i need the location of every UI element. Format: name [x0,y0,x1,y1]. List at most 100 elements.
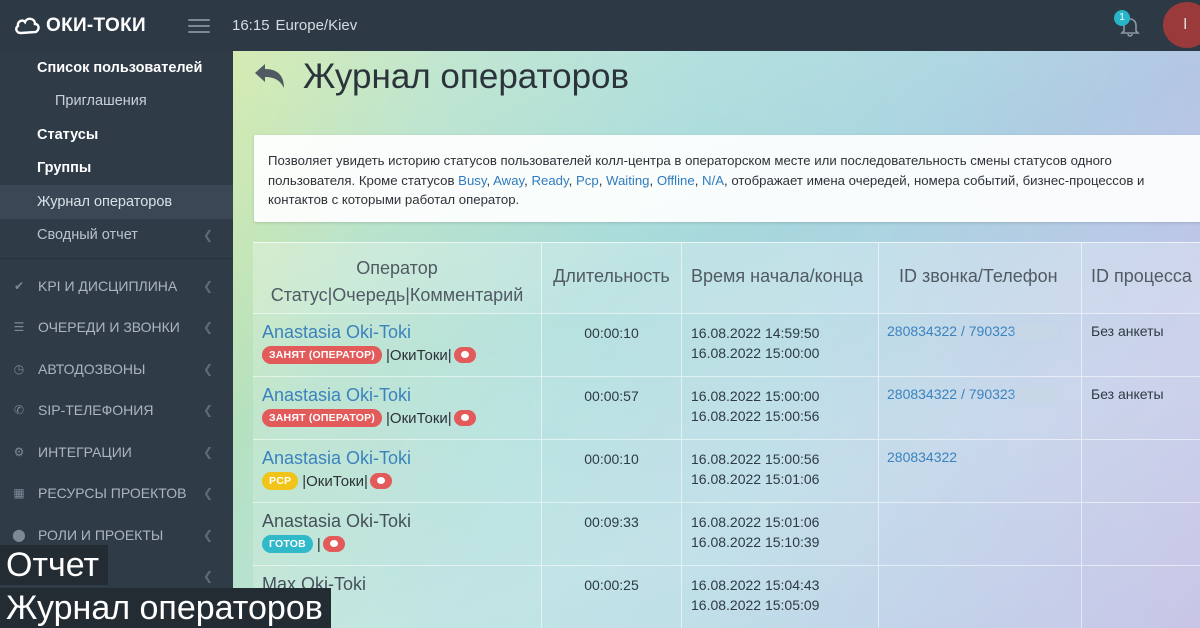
sidebar-group-label: ОЧЕРЕДИ И ЗВОНКИ [38,319,180,336]
header-operator-line2: Статус|Очередь|Комментарий [270,285,524,305]
status-link-pcp[interactable]: Pcp [576,173,599,188]
status-link-na[interactable]: N/A [702,173,724,188]
duration-cell: 00:00:10 [542,440,682,502]
avatar[interactable]: I [1163,2,1200,48]
status-link-offline[interactable]: Offline [657,173,695,188]
status-link-waiting[interactable]: Waiting [606,173,649,188]
comment-icon[interactable] [453,347,476,363]
status-queue-line: PCP |ОкиТоки| [262,472,541,490]
call-cell: 280834322 / 790323 [879,377,1082,439]
back-arrow-icon[interactable] [251,58,289,96]
divider [0,258,233,259]
sidebar-item-summary-report[interactable]: Сводный отчет ❮ [0,219,233,253]
sidebar-group-label: ИНТЕГРАЦИИ [38,443,132,460]
sidebar-item-label: Список пользователей [37,59,203,76]
call-cell: 280834322 / 790323 [879,314,1082,376]
redacted-phone [1015,388,1058,403]
sidebar-item-groups[interactable]: Группы [0,152,233,186]
status-link-away[interactable]: Away [493,173,524,188]
operator-link[interactable]: Anastasia Oki-Toki [262,385,541,406]
caption-report: Отчет [0,545,109,585]
table-row: Anastasia Oki-Toki ЗАНЯТ (ОПЕРАТОР) |ОкиТ… [253,314,1200,377]
sidebar-group-label: АВТОДОЗВОНЫ [38,360,146,377]
status-link-busy[interactable]: Busy [458,173,486,188]
table-row: Anastasia Oki-Toki PCP |ОкиТоки| 00:00:10… [253,440,1200,503]
column-header-call[interactable]: ID звонка/Телефон [879,243,1082,313]
phone-icon: ✆ [13,403,25,418]
column-header-process[interactable]: ID процесса [1082,243,1200,313]
call-cell: 280834322 [879,440,1082,502]
start-time: 16.08.2022 15:00:56 [691,451,820,467]
description-panel: Позволяет увидеть историю статусов польз… [254,135,1200,222]
time-cell: 16.08.2022 14:59:50 16.08.2022 15:00:00 [682,314,879,376]
call-id-link[interactable]: 280834322 / 790323 [887,323,1015,339]
duration-cell: 00:00:10 [542,314,682,376]
sidebar-item-label: Журнал операторов [37,193,173,210]
process-cell [1082,440,1200,502]
column-header-duration[interactable]: Длительность [542,243,682,313]
grid-icon: ▦ [13,486,25,501]
end-time: 16.08.2022 15:10:39 [691,534,820,550]
sidebar-item-invitations[interactable]: Приглашения [0,85,233,119]
column-header-time[interactable]: Время начала/конца [682,243,879,313]
duration-cell: 00:00:57 [542,377,682,439]
queue-name: |ОкиТоки| [386,409,452,427]
duration-cell: 00:09:33 [542,503,682,565]
table-row: Anastasia Oki-Toki ГОТОВ | 00:09:33 16.08… [253,503,1200,566]
end-time: 16.08.2022 15:00:00 [691,345,820,361]
status-badge: PCP [262,472,299,490]
queue-name: | [316,535,321,553]
sidebar-item-statuses[interactable]: Статусы [0,118,233,152]
page-header: Журнал операторов [251,57,629,97]
timezone: Europe/Kiev [275,17,358,34]
column-header-operator[interactable]: Оператор Статус|Очередь|Комментарий [253,243,542,313]
call-id-link[interactable]: 280834322 [887,449,957,465]
sidebar-group-kpi[interactable]: ✔ KPI И ДИСЦИПЛИНА ❮ [0,265,233,307]
sidebar-item-label: Сводный отчет [37,227,138,244]
operator-log-table: Оператор Статус|Очередь|Комментарий Длите… [253,242,1200,628]
table-row: Max Oki-Toki 00:00:25 16.08.2022 15:04:4… [253,566,1200,628]
status-queue-line: ЗАНЯТ (ОПЕРАТОР) |ОкиТоки| [262,346,541,364]
clock-icon: ◷ [13,361,25,376]
sidebar-item-users-list[interactable]: Список пользователей [0,51,233,85]
sidebar-group-queues[interactable]: ☰ ОЧЕРЕДИ И ЗВОНКИ ❮ [0,307,233,349]
cloud-logo-icon [15,17,40,34]
operator-cell: Anastasia Oki-Toki ЗАНЯТ (ОПЕРАТОР) |ОкиТ… [253,377,542,439]
comment-icon[interactable] [453,410,476,426]
list-icon: ☰ [13,320,25,335]
chevron-left-icon: ❮ [202,278,213,293]
notification-count-badge: 1 [1114,10,1130,26]
operator-link[interactable]: Anastasia Oki-Toki [262,448,541,469]
operator-name: Anastasia Oki-Toki [262,511,412,531]
sidebar-group-integrations[interactable]: ⚙ ИНТЕГРАЦИИ ❮ [0,431,233,473]
sidebar-item-operator-log[interactable]: Журнал операторов [0,185,233,219]
comment-icon[interactable] [369,473,392,489]
sidebar-group-label: РЕСУРСЫ ПРОЕКТОВ [38,485,187,502]
sidebar-group-autodial[interactable]: ◷ АВТОДОЗВОНЫ ❮ [0,348,233,390]
start-time: 16.08.2022 15:01:06 [691,514,820,530]
chevron-left-icon: ❮ [202,444,213,459]
sidebar-group-sip[interactable]: ✆ SIP-ТЕЛЕФОНИЯ ❮ [0,390,233,432]
sidebar-group-resources[interactable]: ▦ РЕСУРСЫ ПРОЕКТОВ ❮ [0,473,233,515]
process-cell: Без анкеты [1091,323,1164,339]
sidebar-group-label: SIP-ТЕЛЕФОНИЯ [38,402,154,419]
table-row: Anastasia Oki-Toki ЗАНЯТ (ОПЕРАТОР) |ОкиТ… [253,377,1200,440]
operator-link[interactable]: Anastasia Oki-Toki [262,322,541,343]
process-cell [1082,566,1200,628]
time-cell: 16.08.2022 15:04:43 16.08.2022 15:05:09 [682,566,879,628]
start-time: 16.08.2022 15:04:43 [691,577,820,593]
sidebar-group-label: KPI И ДИСЦИПЛИНА [38,277,178,294]
menu-toggle-icon[interactable] [188,18,210,33]
status-link-ready[interactable]: Ready [531,173,568,188]
redacted-phone [1015,325,1058,340]
end-time: 16.08.2022 15:05:09 [691,597,820,613]
start-time: 16.08.2022 14:59:50 [691,325,820,341]
status-queue-line: ЗАНЯТ (ОПЕРАТОР) |ОкиТоки| [262,409,541,427]
caption-operator-log: Журнал операторов [0,588,331,628]
sidebar-item-label: Статусы [37,126,99,143]
notifications-bell-icon[interactable]: 1 [1114,10,1142,38]
top-bar: ОКИ-ТОКИ 16:15 Europe/Kiev 1 I [0,0,1200,51]
call-id-link[interactable]: 280834322 / 790323 [887,386,1015,402]
time-cell: 16.08.2022 15:01:06 16.08.2022 15:10:39 [682,503,879,565]
comment-icon[interactable] [322,536,345,552]
